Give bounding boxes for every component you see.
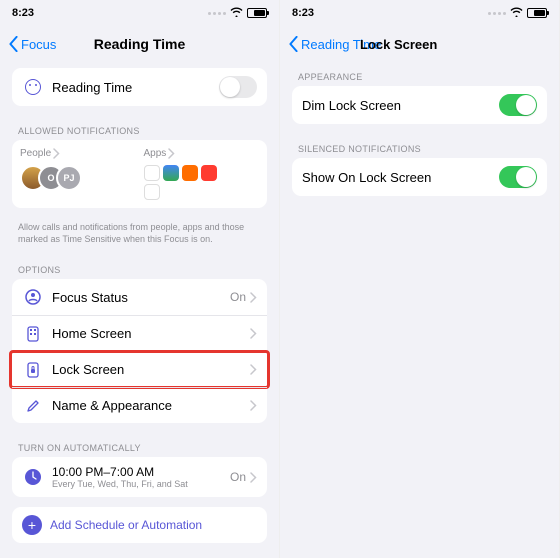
nav-bar: Focus Reading Time: [0, 26, 279, 62]
show-toggle[interactable]: [499, 166, 537, 188]
back-label: Focus: [21, 37, 56, 52]
allowed-people[interactable]: People O PJ: [20, 148, 136, 200]
chevron-icon: [250, 400, 257, 411]
focus-status-row[interactable]: Focus Status On: [12, 279, 267, 315]
status-bar: 8:23: [0, 0, 279, 26]
status-time: 8:23: [292, 7, 314, 19]
chevron-icon: [250, 472, 257, 483]
back-button[interactable]: Focus: [8, 36, 56, 52]
auto-header: TURN ON AUTOMATICALLY: [12, 433, 267, 457]
focus-name: Reading Time: [52, 80, 219, 95]
people-avatars: O PJ: [20, 165, 136, 191]
status-time: 8:23: [12, 7, 34, 19]
options-header: OPTIONS: [12, 255, 267, 279]
name-appearance-row[interactable]: Name & Appearance: [12, 387, 267, 423]
battery-icon: [527, 8, 547, 18]
allowed-apps[interactable]: Apps: [144, 148, 260, 200]
chevron-icon: [250, 328, 257, 339]
nav-bar: Reading Time Lock Screen: [280, 26, 559, 62]
auto-footer: Have this Focus turn on automatically at…: [12, 553, 267, 558]
chevron-icon: [250, 292, 257, 303]
phone-apps-icon: [22, 326, 44, 342]
plus-icon: +: [22, 515, 42, 535]
focus-toggle-row[interactable]: Reading Time: [12, 68, 267, 106]
add-schedule-row[interactable]: + Add Schedule or Automation: [12, 507, 267, 543]
cellular-icon: [208, 12, 226, 15]
show-on-lock-row[interactable]: Show On Lock Screen: [292, 158, 547, 196]
wifi-icon: [510, 7, 523, 20]
back-label: Reading Time: [301, 37, 381, 52]
dim-lock-row[interactable]: Dim Lock Screen: [292, 86, 547, 124]
back-button[interactable]: Reading Time: [288, 36, 381, 52]
appearance-header: APPEARANCE: [292, 62, 547, 86]
pencil-icon: [22, 399, 44, 413]
status-bar: 8:23: [280, 0, 559, 26]
silenced-header: SILENCED NOTIFICATIONS: [292, 134, 547, 158]
chevron-icon: [168, 148, 175, 159]
schedule-row[interactable]: 10:00 PM–7:00 AM Every Tue, Wed, Thu, Fr…: [12, 457, 267, 497]
clock-icon: [22, 468, 44, 486]
dim-toggle[interactable]: [499, 94, 537, 116]
lock-screen-row[interactable]: Lock Screen: [12, 351, 267, 387]
wifi-icon: [230, 7, 243, 20]
phone-lock-icon: [22, 362, 44, 378]
person-icon: [22, 289, 44, 305]
focus-face-icon: [22, 79, 44, 95]
phone-left: 8:23 Focus Reading Time Reading Time ALL…: [0, 0, 280, 558]
chevron-icon: [53, 148, 60, 159]
cellular-icon: [488, 12, 506, 15]
allowed-footer: Allow calls and notifications from peopl…: [12, 218, 267, 255]
home-screen-row[interactable]: Home Screen: [12, 315, 267, 351]
chevron-icon: [250, 364, 257, 375]
focus-toggle[interactable]: [219, 76, 257, 98]
allowed-header: ALLOWED NOTIFICATIONS: [12, 116, 267, 140]
phone-right: 8:23 Reading Time Lock Screen APPEARANCE…: [280, 0, 560, 558]
battery-icon: [247, 8, 267, 18]
app-icons: [144, 165, 234, 200]
